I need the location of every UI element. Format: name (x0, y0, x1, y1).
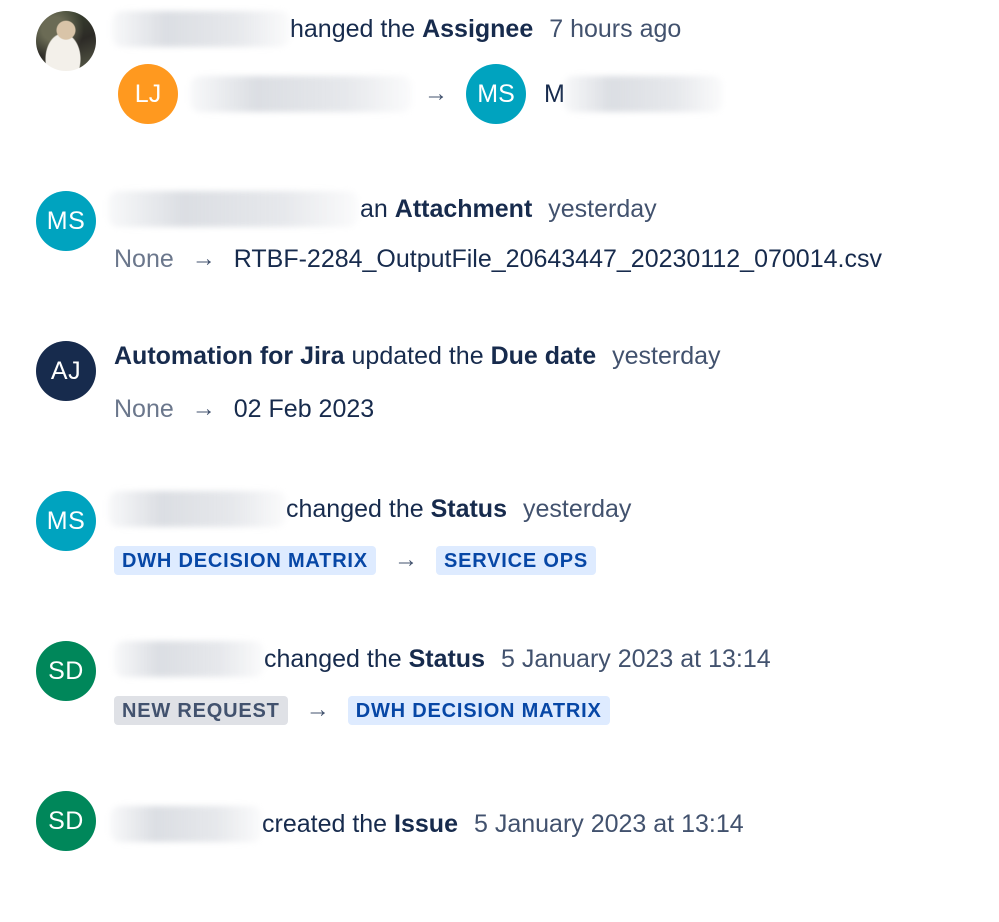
actor-name[interactable]: Automation for Jira (114, 341, 345, 371)
redacted-user-name (114, 641, 264, 677)
user-avatar[interactable]: AJ (36, 341, 96, 401)
history-change: NEW REQUEST → DWH DECISION MATRIX (114, 695, 610, 725)
redacted-user-name (108, 491, 286, 527)
history-headline: changed the Status yesterday (108, 491, 631, 527)
history-headline: Automation for Jira updated the Due date… (114, 341, 721, 371)
user-avatar[interactable]: SD (36, 641, 96, 701)
status-lozenge-to: SERVICE OPS (435, 545, 596, 575)
to-user-avatar[interactable]: MS (466, 64, 526, 124)
history-headline: created the Issue 5 January 2023 at 13:1… (110, 806, 744, 842)
action-text: updated the (351, 342, 484, 370)
arrow-right-icon: → (305, 696, 330, 723)
history-change: None → RTBF-2284_OutputFile_20643447_202… (114, 244, 882, 274)
action-text: hanged the (290, 15, 416, 43)
timestamp[interactable]: 5 January 2023 at 13:14 (474, 809, 744, 839)
history-change: DWH DECISION MATRIX → SERVICE OPS (114, 545, 596, 575)
to-value: RTBF-2284_OutputFile_20643447_20230112_0… (233, 245, 882, 273)
field-name: Issue (394, 810, 458, 838)
to-value: 02 Feb 2023 (233, 395, 375, 423)
to-user-name: M (544, 80, 565, 108)
history-headline: changed the Status 5 January 2023 at 13:… (114, 641, 771, 677)
arrow-right-icon: → (191, 245, 216, 272)
from-value: None (114, 395, 174, 423)
field-name: Status (430, 495, 507, 523)
redacted-user-name (562, 76, 723, 112)
redacted-user-name (112, 11, 290, 47)
status-lozenge-to: DWH DECISION MATRIX (347, 695, 610, 725)
redacted-user-name (190, 76, 412, 112)
field-name: Assignee (422, 15, 534, 43)
action-text: changed the (264, 645, 402, 673)
timestamp[interactable]: 7 hours ago (549, 14, 681, 44)
from-user-avatar[interactable]: LJ (118, 64, 178, 124)
user-avatar[interactable]: MS (36, 491, 96, 551)
status-lozenge-from: DWH DECISION MATRIX (114, 545, 376, 575)
action-text: changed the (286, 495, 424, 523)
timestamp[interactable]: yesterday (548, 194, 656, 224)
field-name: Attachment (394, 195, 533, 223)
user-avatar[interactable]: MS (36, 191, 96, 251)
arrow-right-icon: → (424, 80, 448, 107)
timestamp[interactable]: yesterday (612, 341, 720, 371)
redacted-user-name (108, 191, 358, 227)
redacted-user-name (110, 806, 262, 842)
arrow-right-icon: → (191, 395, 216, 422)
action-text: created the (262, 810, 388, 838)
history-headline: hanged the Assignee 7 hours ago (112, 11, 681, 47)
user-avatar[interactable]: SD (36, 791, 96, 851)
timestamp[interactable]: 5 January 2023 at 13:14 (501, 644, 771, 674)
field-name: Status (408, 645, 485, 673)
arrow-right-icon: → (393, 546, 418, 573)
history-headline: an Attachment yesterday (108, 191, 657, 227)
field-name: Due date (490, 342, 597, 370)
timestamp[interactable]: yesterday (523, 494, 631, 524)
status-lozenge-from: NEW REQUEST (114, 695, 288, 725)
from-value: None (114, 245, 174, 273)
user-avatar-photo[interactable] (36, 11, 96, 71)
action-text: an (360, 195, 388, 223)
history-change: LJ → MS M (118, 64, 723, 124)
history-change: None → 02 Feb 2023 (114, 394, 374, 424)
